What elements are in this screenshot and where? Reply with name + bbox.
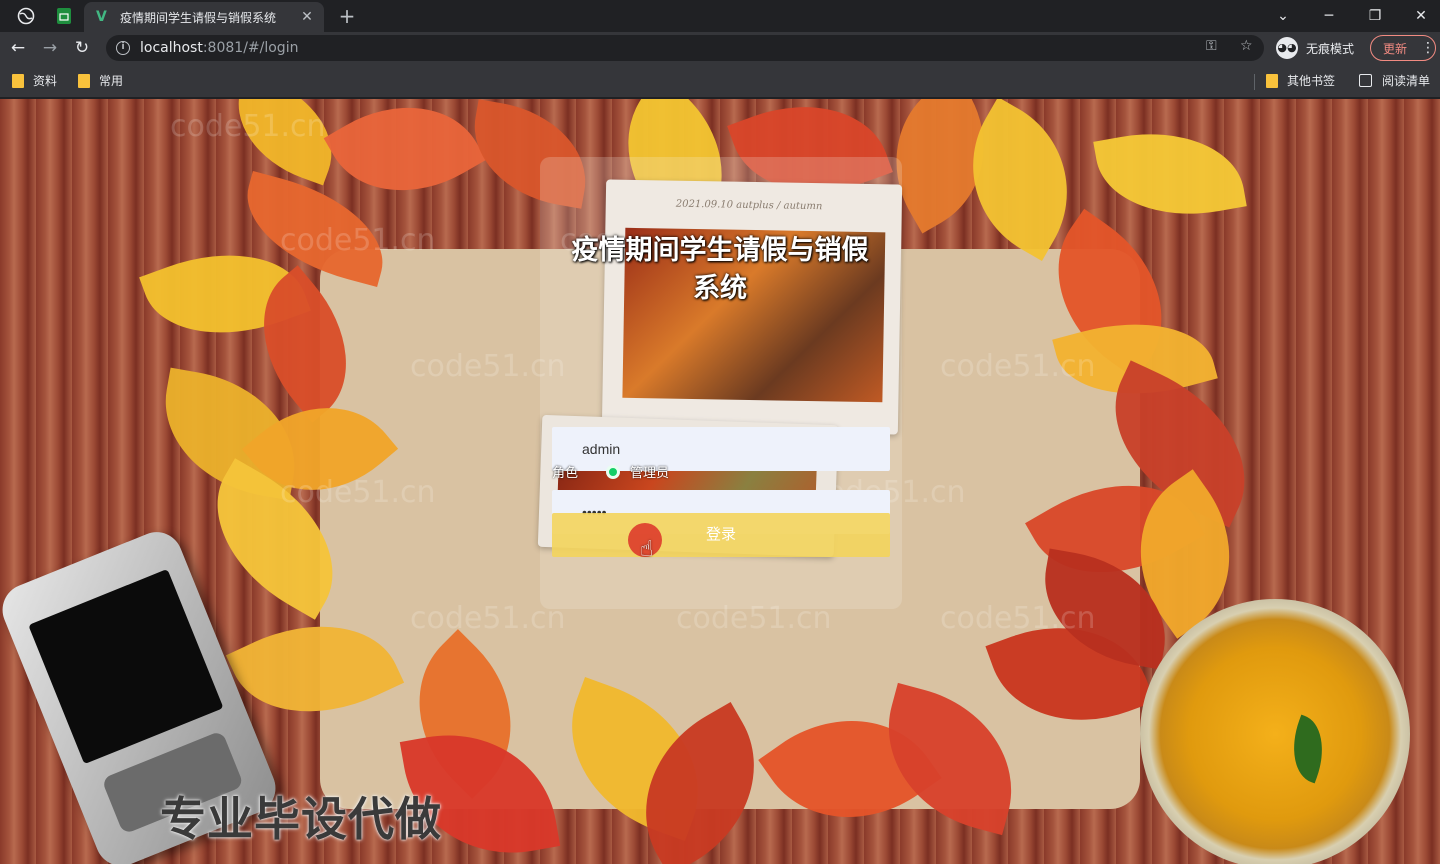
back-button[interactable]: ← xyxy=(6,36,30,60)
phone-screen xyxy=(28,568,224,765)
tea-cup-decoration xyxy=(1140,599,1410,864)
bookmark-label: 常用 xyxy=(99,74,124,88)
vue-icon: V xyxy=(96,9,107,25)
bookmark-folder-changyong[interactable]: 常用 xyxy=(78,72,123,89)
tea-leaf-decoration xyxy=(1280,714,1336,784)
role-label: 角色 xyxy=(552,466,579,481)
watermark: code51.cn xyxy=(940,349,1096,384)
watermark: code51.cn xyxy=(280,475,436,510)
bookmarks-bar: 资料 常用 其他书签 阅读清单 xyxy=(0,64,1440,98)
reading-list[interactable]: 阅读清单 xyxy=(1359,72,1430,89)
reload-button[interactable]: ↻ xyxy=(70,36,94,60)
site-info-icon[interactable]: i xyxy=(116,41,130,55)
incognito-icon: ◕◕ xyxy=(1276,37,1298,59)
close-window-button[interactable]: ✕ xyxy=(1398,0,1440,32)
sheets-icon[interactable] xyxy=(44,0,84,32)
bookmark-folder-ziliao[interactable]: 资料 xyxy=(12,72,57,89)
restore-button[interactable]: ❐ xyxy=(1352,0,1398,32)
reading-list-icon xyxy=(1359,74,1372,87)
new-tab-button[interactable]: + xyxy=(334,4,360,28)
hand-cursor-icon: ☝ xyxy=(640,537,654,562)
close-tab-icon[interactable]: ✕ xyxy=(298,9,316,25)
bookmark-label: 阅读清单 xyxy=(1382,74,1431,88)
role-option-label[interactable]: 管理员 xyxy=(630,462,669,481)
browser-toolbar: ← → ↻ i localhost:8081/#/login ⚿ ☆ ◕◕ 无痕… xyxy=(0,32,1440,64)
promo-watermark-text: 专业毕设代做 xyxy=(160,792,442,846)
globe-icon[interactable] xyxy=(6,0,46,32)
login-button[interactable]: 登录 xyxy=(552,513,890,557)
role-selector: 角色 管理员 xyxy=(552,462,669,481)
leaf-decoration xyxy=(1093,117,1247,231)
key-icon[interactable]: ⚿ xyxy=(1206,38,1217,54)
bookmarks-separator xyxy=(1254,74,1255,90)
url-host: localhost xyxy=(140,40,203,56)
photo-card-caption: 2021.09.10 autplus / autumn xyxy=(675,198,823,213)
watermark: code51.cn xyxy=(280,223,436,258)
bookmark-label: 资料 xyxy=(33,74,58,88)
folder-icon xyxy=(12,73,24,88)
tab-search-icon[interactable]: ⌄ xyxy=(1260,0,1306,32)
minimize-button[interactable]: ─ xyxy=(1306,0,1352,32)
bookmark-other[interactable]: 其他书签 xyxy=(1266,72,1335,89)
role-radio-admin[interactable] xyxy=(606,464,621,479)
tab-title: 疫情期间学生请假与销假系统 xyxy=(120,10,277,25)
watermark: code51.cn xyxy=(170,109,326,144)
browser-tab-bar: V 疫情期间学生请假与销假系统 ✕ + ⌄ ─ ❐ ✕ xyxy=(0,0,1440,32)
leaf-decoration xyxy=(323,99,487,225)
login-title: 疫情期间学生请假与销假系统 xyxy=(571,235,869,304)
update-button[interactable]: 更新 ⋮ xyxy=(1370,35,1436,61)
folder-icon xyxy=(1266,73,1278,88)
incognito-indicator[interactable]: ◕◕ 无痕模式 xyxy=(1276,37,1354,59)
watermark: code51.cn xyxy=(940,601,1096,636)
forward-button[interactable]: → xyxy=(38,36,62,60)
bookmark-star-icon[interactable]: ☆ xyxy=(1240,38,1253,54)
menu-dots-icon[interactable]: ⋮ xyxy=(1421,40,1435,56)
folder-icon xyxy=(78,73,90,88)
address-bar[interactable]: i localhost:8081/#/login xyxy=(106,35,1264,61)
tab-active[interactable]: V 疫情期间学生请假与销假系统 ✕ xyxy=(84,2,324,32)
bookmark-label: 其他书签 xyxy=(1287,74,1336,88)
url-path: :8081/#/login xyxy=(202,40,299,56)
update-label: 更新 xyxy=(1383,41,1408,56)
incognito-label: 无痕模式 xyxy=(1306,41,1355,56)
